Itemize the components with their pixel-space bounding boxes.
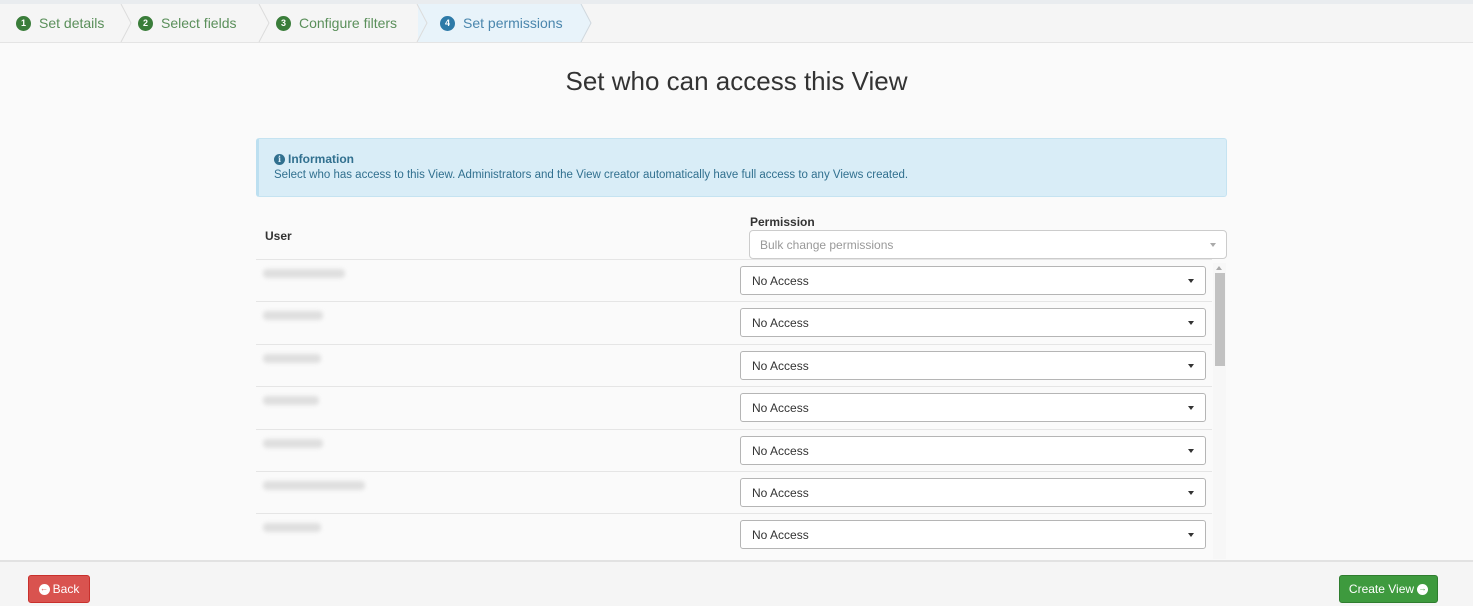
step-label: Configure filters — [299, 15, 398, 31]
chevron-down-icon — [1210, 243, 1216, 247]
permission-select[interactable]: No Access — [740, 393, 1206, 423]
caret-down-icon — [1188, 279, 1194, 283]
arrow-circle-left-icon: ← — [38, 583, 50, 595]
user-name-redacted — [263, 480, 365, 490]
page-title: Set who can access this View — [565, 66, 908, 96]
permission-select[interactable]: No Access — [740, 266, 1206, 295]
user-name-redacted — [263, 438, 323, 448]
user-name-redacted — [263, 396, 319, 406]
permission-value: No Access — [752, 274, 809, 288]
step-number-badge: 1 — [16, 15, 31, 31]
chevron-separator-icon — [580, 4, 592, 42]
info-heading: Information — [288, 152, 354, 166]
permission-select[interactable]: No Access — [740, 435, 1206, 465]
permission-select[interactable]: No Access — [740, 308, 1206, 338]
table-row: No Access — [256, 301, 1212, 343]
permission-value: No Access — [752, 485, 809, 500]
permission-select[interactable]: No Access — [740, 477, 1206, 507]
table-row: No Access — [256, 259, 1212, 301]
user-name-redacted — [263, 523, 321, 533]
back-button-label: Back — [52, 582, 80, 596]
step-label: Set permissions — [463, 15, 563, 31]
chevron-separator-icon — [416, 4, 428, 42]
step-label: Set details — [39, 15, 105, 31]
wizard-steps: 1 Set details 2 Select fields 3 Configur… — [0, 4, 1473, 43]
footer-bar: ← Back Create View → — [0, 560, 1473, 606]
caret-down-icon — [1188, 533, 1194, 538]
chevron-separator-icon — [258, 4, 270, 42]
wizard-step-select-fields[interactable]: 2 Select fields — [122, 4, 270, 42]
permission-select[interactable]: No Access — [740, 350, 1206, 380]
list-scrollbar[interactable] — [1213, 263, 1226, 559]
caret-down-icon — [1188, 321, 1194, 326]
create-view-button-label: Create View — [1348, 582, 1415, 596]
step-number-badge: 3 — [276, 15, 291, 31]
user-column-header: User — [265, 229, 292, 243]
user-name-redacted — [263, 269, 345, 278]
scrollbar-thumb[interactable] — [1215, 273, 1225, 366]
step-number-badge: 2 — [138, 15, 153, 31]
permission-value: No Access — [752, 528, 809, 543]
permission-value: No Access — [752, 358, 809, 373]
caret-down-icon — [1188, 406, 1194, 411]
back-button[interactable]: ← Back — [28, 575, 90, 603]
arrow-circle-right-icon: → — [1417, 583, 1429, 595]
permission-column-header: Permission — [750, 215, 815, 229]
table-row: No Access — [256, 470, 1212, 513]
wizard-step-configure-filters[interactable]: 3 Configure filters — [260, 4, 428, 42]
step-label: Select fields — [161, 15, 237, 31]
info-text: Select who has access to this View. Admi… — [274, 169, 909, 181]
user-permission-list: No Access No Access No Access No Access … — [256, 259, 1212, 559]
user-name-redacted — [263, 311, 323, 321]
chevron-separator-icon — [120, 4, 132, 42]
bulk-change-permissions-select[interactable]: Bulk change permissions — [749, 230, 1227, 259]
caret-down-icon — [1188, 448, 1194, 453]
info-circle-icon: i — [274, 153, 285, 165]
permission-value: No Access — [752, 316, 809, 331]
wizard-step-set-details[interactable]: 1 Set details — [0, 4, 132, 42]
permission-select[interactable]: No Access — [740, 520, 1206, 550]
table-row: No Access — [256, 428, 1212, 471]
wizard-step-set-permissions[interactable]: 4 Set permissions — [418, 4, 592, 42]
bulk-select-placeholder: Bulk change permissions — [760, 238, 894, 252]
permission-value: No Access — [752, 443, 809, 458]
scroll-up-arrow-icon[interactable] — [1216, 266, 1222, 270]
permission-value: No Access — [752, 401, 809, 416]
user-name-redacted — [263, 353, 321, 363]
caret-down-icon — [1188, 490, 1194, 495]
caret-down-icon — [1188, 363, 1194, 368]
information-alert: i Information Select who has access to t… — [256, 138, 1227, 197]
step-number-badge: 4 — [440, 15, 455, 31]
create-view-button[interactable]: Create View → — [1339, 575, 1438, 603]
table-row: No Access — [256, 513, 1212, 555]
table-row: No Access — [256, 343, 1212, 386]
table-row: No Access — [256, 386, 1212, 428]
